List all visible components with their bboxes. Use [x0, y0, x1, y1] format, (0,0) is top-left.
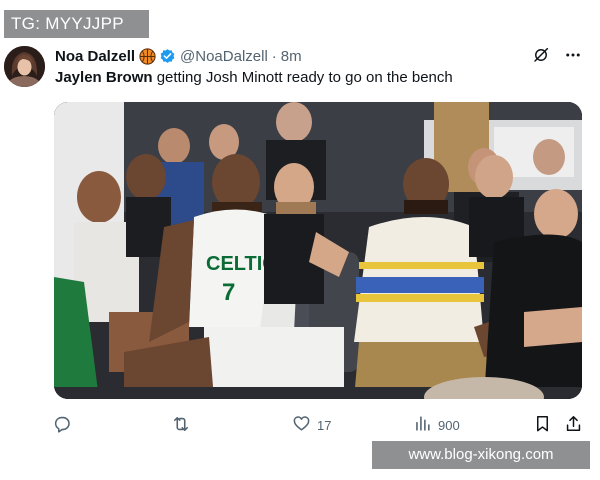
grok-slash-icon[interactable]: [532, 46, 550, 64]
avatar[interactable]: [4, 46, 45, 87]
basketball-icon: [139, 47, 156, 65]
repost-icon: [171, 414, 191, 437]
tweet-card[interactable]: Noa Dalzell @NoaDalzell · 8m Jaylen Brow…: [0, 40, 600, 480]
tweet-header: Noa Dalzell @NoaDalzell · 8m: [55, 46, 302, 66]
like-count: 17: [317, 417, 332, 433]
separator-dot: ·: [271, 47, 277, 65]
author-handle[interactable]: @NoaDalzell: [180, 48, 268, 65]
more-horizontal-icon[interactable]: [564, 46, 582, 64]
jersey-number: 7: [222, 279, 235, 306]
tweet-text-mention-name: Jaylen Brown: [55, 69, 153, 86]
tweet-text-body: getting Josh Minott ready to go on the b…: [152, 69, 453, 86]
verified-badge-icon: [159, 48, 176, 65]
views-button[interactable]: 900: [413, 414, 460, 436]
header-actions: [532, 46, 582, 64]
author-display-name[interactable]: Noa Dalzell: [55, 48, 135, 65]
views-bars-icon: [413, 414, 432, 436]
views-count: 900: [438, 417, 460, 433]
heart-icon: [292, 414, 311, 436]
share-icon: [564, 414, 583, 436]
top-watermark-label: TG: MYYJJPP: [4, 10, 149, 38]
share-button[interactable]: [564, 414, 583, 436]
bookmark-button[interactable]: [533, 414, 552, 436]
tweet-media-photo[interactable]: CELTICS 7: [54, 102, 582, 399]
tweet-text: Jaylen Brown getting Josh Minott ready t…: [55, 69, 453, 86]
bookmark-icon: [533, 414, 552, 436]
timestamp[interactable]: 8m: [281, 48, 302, 65]
reply-button[interactable]: [52, 414, 77, 436]
repost-button[interactable]: [171, 414, 197, 436]
bottom-watermark-label: www.blog-xikong.com: [372, 441, 590, 469]
like-button[interactable]: 17: [292, 414, 331, 436]
reply-icon: [52, 414, 71, 436]
tweet-actions-bar: 17 900: [52, 414, 587, 436]
